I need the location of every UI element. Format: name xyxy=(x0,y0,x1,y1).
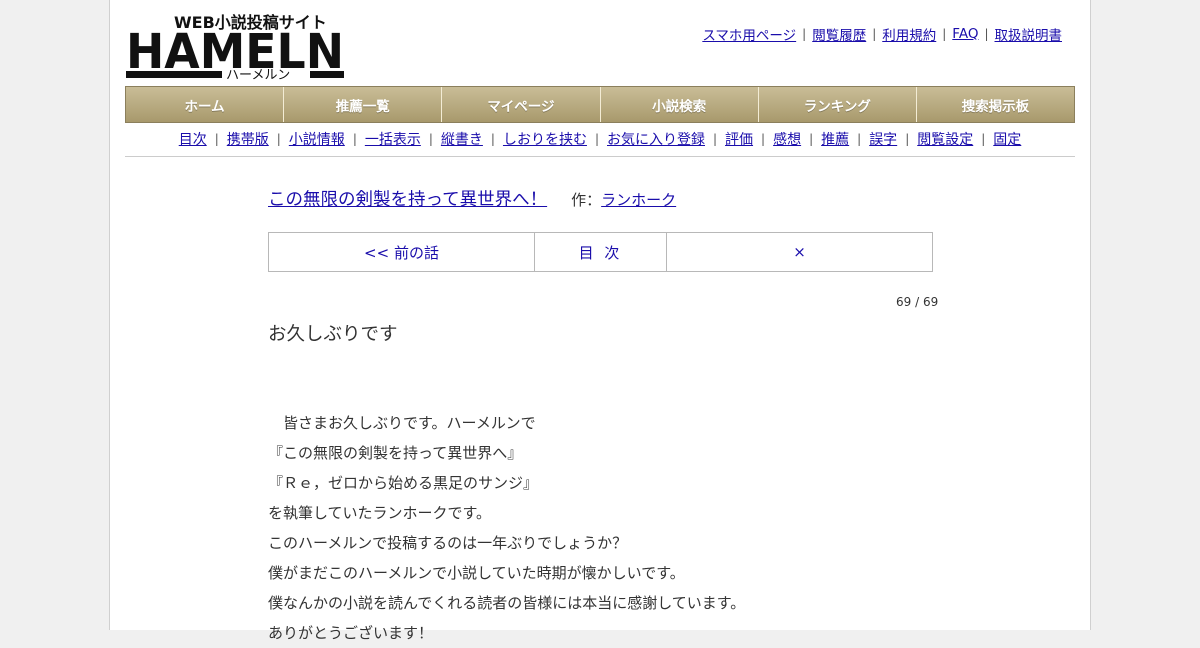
subnav-view-settings[interactable]: 閲覧設定 xyxy=(917,129,973,149)
separator: | xyxy=(984,27,989,41)
subnav-mobile[interactable]: 携帯版 xyxy=(227,129,269,149)
novel-title-link[interactable]: この無限の剣製を持って異世界へ！ xyxy=(268,186,547,211)
body-line: 僕なんかの小説を読んでくれる読者の皆様には本当に感謝しています。 xyxy=(268,594,746,612)
body-line: 『Ｒｅ，ゼロから始める黒足のサンジ』 xyxy=(268,474,539,492)
nav-search-board[interactable]: 捜索掲示板 xyxy=(917,87,1074,122)
main-nav: ホーム 推薦一覧 マイページ 小説検索 ランキング 捜索掲示板 xyxy=(125,86,1075,123)
chapter-counter: 69 / 69 xyxy=(896,295,939,309)
separator: | xyxy=(802,27,807,41)
subnav-review[interactable]: 感想 xyxy=(773,129,801,149)
nav-ranking[interactable]: ランキング xyxy=(759,87,917,122)
separator: | xyxy=(594,132,599,146)
nav-home[interactable]: ホーム xyxy=(126,87,285,122)
separator: | xyxy=(214,132,219,146)
body-line: このハーメルンで投稿するのは一年ぶりでしょうか？ xyxy=(268,534,628,552)
separator: | xyxy=(352,132,357,146)
separator: | xyxy=(981,132,986,146)
subnav-rating[interactable]: 評価 xyxy=(725,129,753,149)
body-line: 僕がまだこのハーメルンで小説していた時期が懐かしいです。 xyxy=(268,564,685,582)
subnav-toc[interactable]: 目次 xyxy=(179,129,207,149)
nav-mypage[interactable]: マイページ xyxy=(442,87,601,122)
logo-kana: ハーメルン xyxy=(226,68,290,80)
body-line: を執筆していたランホークです。 xyxy=(268,504,492,522)
author-link[interactable]: ランホーク xyxy=(601,189,676,210)
manual-link[interactable]: 取扱説明書 xyxy=(995,24,1063,44)
subnav-typo[interactable]: 誤字 xyxy=(869,129,897,149)
header-links: スマホ用ページ | 閲覧履歴 | 利用規約 | FAQ | 取扱説明書 xyxy=(702,24,1062,44)
prev-chapter-button[interactable]: << 前の話 xyxy=(269,233,535,271)
body-line: 皆さまお久しぶりです。ハーメルンで xyxy=(268,414,536,432)
subnav-vertical[interactable]: 縦書き xyxy=(441,129,483,149)
toc-button[interactable]: 目 次 xyxy=(535,233,667,271)
hameln-logo[interactable]: WEB小説投稿サイト HAMELN ハーメルン xyxy=(126,10,346,83)
body-line: 『この無限の剣製を持って異世界へ』 xyxy=(268,444,523,462)
subnav-favorite[interactable]: お気に入り登録 xyxy=(607,129,705,149)
history-link[interactable]: 閲覧履歴 xyxy=(812,24,866,44)
separator: | xyxy=(490,132,495,146)
separator: | xyxy=(942,27,947,41)
separator: | xyxy=(761,132,766,146)
terms-link[interactable]: 利用規約 xyxy=(882,24,936,44)
separator: | xyxy=(276,132,281,146)
body-line: ありがとうございます！ xyxy=(268,624,434,642)
subnav-pin[interactable]: 固定 xyxy=(993,129,1021,149)
author-label: 作： xyxy=(571,191,602,209)
separator: | xyxy=(857,132,862,146)
smartphone-page-link[interactable]: スマホ用ページ xyxy=(702,24,796,44)
novel-header: この無限の剣製を持って異世界へ！ 作： ランホーク xyxy=(268,186,676,211)
chapter-title: お久しぶりです xyxy=(268,324,398,345)
subnav-novel-info[interactable]: 小説情報 xyxy=(289,129,345,149)
separator: | xyxy=(428,132,433,146)
separator: | xyxy=(872,27,877,41)
chapter-pager: << 前の話 目 次 × xyxy=(268,232,933,272)
nav-novel-search[interactable]: 小説検索 xyxy=(601,87,759,122)
subnav-bookmark[interactable]: しおりを挟む xyxy=(503,129,587,149)
separator: | xyxy=(809,132,814,146)
next-chapter-disabled: × xyxy=(793,243,806,261)
separator: | xyxy=(905,132,910,146)
nav-recommendations[interactable]: 推薦一覧 xyxy=(284,87,443,122)
page-container: WEB小説投稿サイト HAMELN ハーメルン スマホ用ページ | 閲覧履歴 |… xyxy=(109,0,1091,642)
sub-nav: 目次 | 携帯版 | 小説情報 | 一括表示 | 縦書き | しおりを挟む | … xyxy=(125,122,1075,157)
faq-link[interactable]: FAQ xyxy=(952,26,978,42)
subnav-recommend[interactable]: 推薦 xyxy=(821,129,849,149)
subnav-show-all[interactable]: 一括表示 xyxy=(365,129,421,149)
chapter-body: 皆さまお久しぶりです。ハーメルンで 『この無限の剣製を持って異世界へ』 『Ｒｅ，… xyxy=(268,408,948,648)
separator: | xyxy=(713,132,718,146)
